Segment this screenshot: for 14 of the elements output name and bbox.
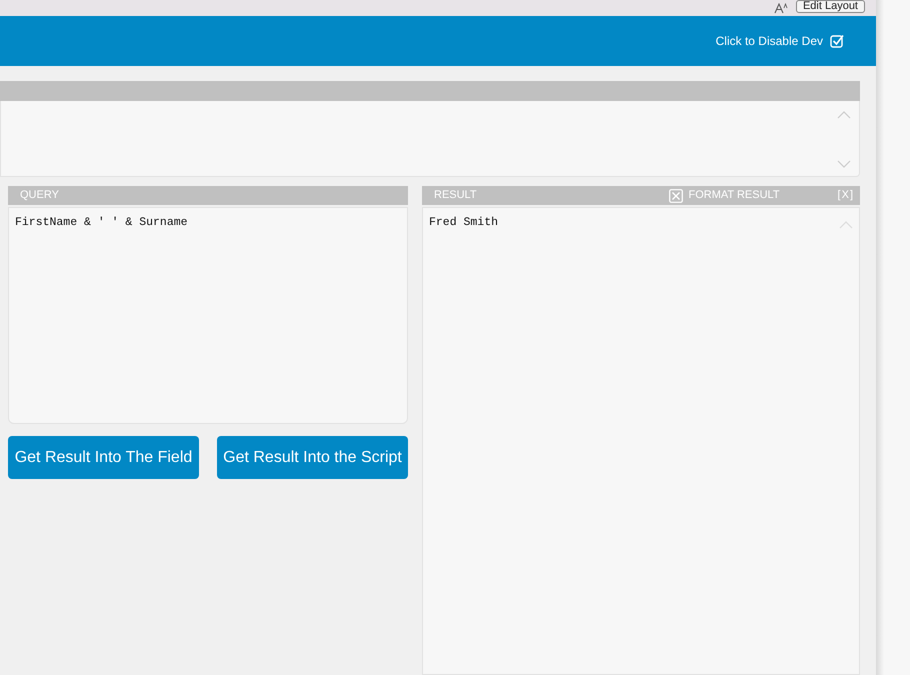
action-button[interactable]: Get Result Into The Field [8, 436, 199, 479]
panel-title: RESULT [434, 188, 477, 204]
checkbox[interactable] [830, 34, 844, 48]
text-size-icon[interactable] [774, 2, 788, 14]
checkbox-icon[interactable] [669, 188, 684, 202]
result-text: Fred Smith [429, 215, 498, 231]
query-field[interactable]: FirstName & ' ' & Surname [8, 207, 408, 424]
action-button[interactable]: Get Result Into the Script [217, 436, 408, 479]
chevron-up-icon[interactable] [839, 221, 853, 229]
panel-title: QUERY [20, 188, 59, 204]
edit-layout-button[interactable]: Edit Layout [796, 0, 865, 13]
dev-toggle[interactable]: Click to Disable Dev [716, 32, 844, 50]
chevron-down-icon[interactable] [837, 160, 851, 168]
chevron-up-icon[interactable] [837, 111, 851, 119]
